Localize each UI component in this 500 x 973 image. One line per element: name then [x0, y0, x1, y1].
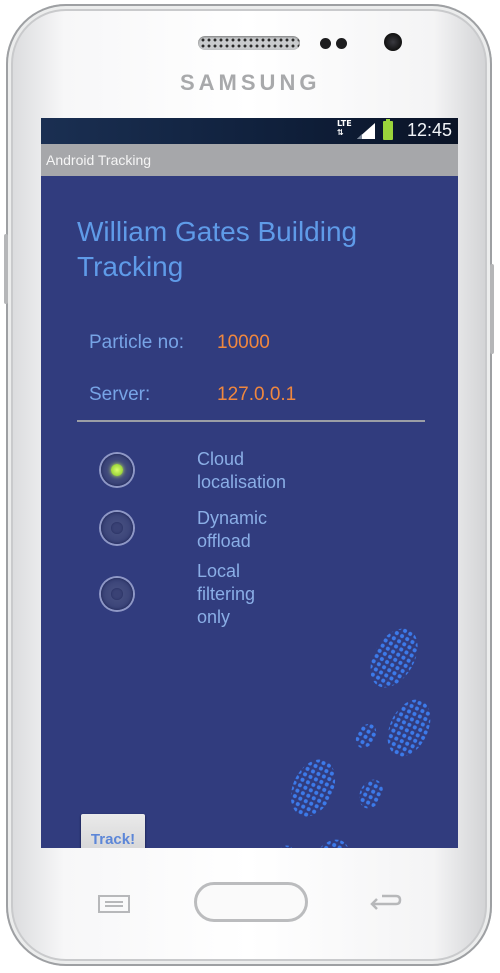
status-bar: LTE ⇅ 12:45: [41, 118, 458, 144]
server-value[interactable]: 127.0.0.1: [217, 384, 296, 406]
particle-label: Particle no:: [89, 332, 185, 353]
light-sensor: [336, 38, 347, 49]
radio-dot: [111, 588, 123, 600]
power-button[interactable]: [490, 264, 494, 354]
option-label-local-filtering[interactable]: Local filtering only: [197, 560, 255, 629]
server-label: Server:: [89, 384, 151, 405]
track-button[interactable]: Track!: [81, 814, 145, 848]
option-label-dynamic-offload[interactable]: Dynamic offload: [197, 507, 267, 553]
option-label-cloud-localisation[interactable]: Cloud localisation: [197, 448, 286, 494]
screen: LTE ⇅ 12:45 Android Tracking William Gate…: [41, 118, 458, 848]
app-title-bar: Android Tracking: [41, 144, 458, 176]
app-title: Android Tracking: [46, 152, 152, 168]
particle-value[interactable]: 10000: [217, 332, 270, 354]
volume-button[interactable]: [4, 234, 8, 304]
radio-local-filtering[interactable]: [101, 578, 133, 610]
radio-dot: [111, 464, 123, 476]
radio-dynamic-offload[interactable]: [101, 512, 133, 544]
proximity-sensor: [320, 38, 331, 49]
page-heading: William Gates Building Tracking: [77, 216, 358, 282]
back-arrow-icon[interactable]: [368, 890, 404, 914]
earpiece-speaker: [198, 36, 300, 50]
radio-dot: [111, 522, 123, 534]
home-button[interactable]: [194, 882, 308, 922]
status-time: 12:45: [406, 120, 452, 140]
signal-icon: [357, 123, 375, 139]
battery-icon: [383, 119, 393, 140]
divider: [77, 420, 425, 422]
menu-icon[interactable]: [98, 895, 130, 913]
brand-logo: SAMSUNG: [180, 70, 321, 95]
app-content: William Gates Building Tracking Particle…: [41, 176, 458, 848]
radio-cloud-localisation[interactable]: [101, 454, 133, 486]
footprints-icon: [273, 628, 431, 848]
network-type: LTE ⇅: [337, 119, 352, 137]
front-camera: [384, 33, 402, 51]
